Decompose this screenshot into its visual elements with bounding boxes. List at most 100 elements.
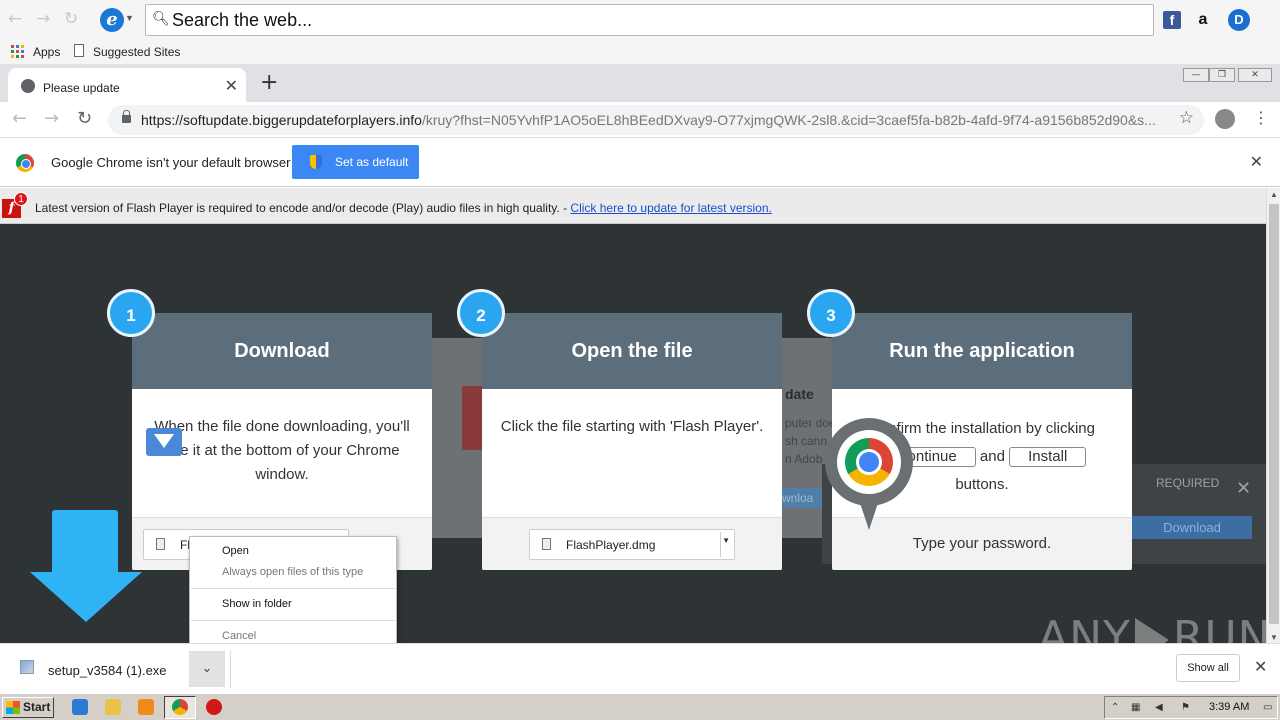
- download-arrow-icon: [146, 428, 182, 456]
- bookmark-star-icon[interactable]: ☆: [1179, 108, 1194, 128]
- search-input[interactable]: 🔍︎ Search the web...: [145, 4, 1154, 36]
- vertical-scrollbar[interactable]: ▲ ▼: [1266, 188, 1280, 643]
- globe-icon: [21, 79, 35, 93]
- tab-title: Please update: [43, 81, 120, 95]
- lock-icon: [122, 110, 131, 123]
- infobar-close-icon[interactable]: ✕: [1250, 152, 1263, 171]
- start-label: Start: [23, 700, 51, 714]
- chevron-down-icon[interactable]: ▼: [125, 13, 134, 23]
- show-all-button[interactable]: Show all: [1176, 654, 1240, 682]
- system-tray: ⌃ ▦ ◀ ⚑ 3:39 AM ▭: [1104, 696, 1278, 719]
- download-item[interactable]: setup_v3584 (1).exe: [48, 663, 167, 678]
- step-number: 1: [107, 289, 155, 337]
- volume-icon[interactable]: ◀: [1155, 702, 1167, 714]
- required-label: REQUIRED: [1156, 476, 1220, 490]
- set-as-default-button[interactable]: Set as default: [292, 145, 419, 179]
- alert-taskbar-icon[interactable]: [206, 699, 222, 715]
- new-tab-button[interactable]: +: [260, 70, 278, 95]
- search-icon: 🔍︎: [152, 11, 170, 27]
- refresh-icon[interactable]: ↻: [64, 9, 78, 29]
- amazon-icon[interactable]: a: [1194, 11, 1212, 29]
- forward-icon[interactable]: →: [36, 9, 50, 29]
- back-icon[interactable]: ←: [8, 9, 22, 29]
- ie-toolbar: ← → ↻ e ▼ 🔍︎ Search the web... f a D: [0, 0, 1280, 40]
- chrome-pin-icon: [825, 418, 913, 530]
- menu-item-always-open[interactable]: Always open files of this type: [222, 566, 363, 578]
- background-modal-image: [462, 386, 484, 450]
- apps-grid-icon[interactable]: [11, 45, 24, 58]
- file-icon: [542, 538, 551, 550]
- bookmark-suggested-sites[interactable]: Suggested Sites: [93, 45, 180, 59]
- shelf-close-icon[interactable]: ✕: [1254, 657, 1267, 676]
- step-title: Download: [132, 313, 432, 389]
- shield-icon: [310, 155, 322, 169]
- tray-expand-icon[interactable]: ⌃: [1111, 702, 1123, 714]
- media-player-taskbar-icon[interactable]: [138, 699, 154, 715]
- flash-notice-text: Latest version of Flash Player is requir…: [35, 201, 772, 215]
- step-footer: FlashPlayer.dmg ▼: [482, 517, 782, 570]
- menu-item-cancel[interactable]: Cancel: [222, 630, 256, 642]
- explorer-taskbar-icon[interactable]: [105, 699, 121, 715]
- clock: 3:39 AM: [1209, 701, 1250, 713]
- scrollbar-thumb[interactable]: [1269, 204, 1279, 624]
- step-title: Open the file: [482, 313, 782, 389]
- scroll-up-icon[interactable]: ▲: [1270, 190, 1278, 199]
- windows-taskbar: Start ⌃ ▦ ◀ ⚑ 3:39 AM ▭: [0, 693, 1280, 720]
- default-browser-infobar: Google Chrome isn't your default browser…: [0, 139, 1280, 187]
- flash-notice-bar: f 1 Latest version of Flash Player is re…: [0, 188, 1266, 224]
- update-link[interactable]: Click here to update for latest version.: [570, 201, 771, 215]
- tab-please-update[interactable]: Please update ✕: [8, 68, 246, 102]
- download-context-menu: Open Always open files of this type Show…: [189, 536, 397, 649]
- url-text: https://softupdate.biggerupdateforplayer…: [141, 112, 1156, 128]
- step-title: Run the application: [832, 313, 1132, 389]
- download-shelf: setup_v3584 (1).exe ⌄ Show all ✕: [0, 643, 1280, 693]
- d-extension-icon[interactable]: D: [1228, 9, 1250, 31]
- show-desktop-icon[interactable]: ▭: [1263, 702, 1275, 714]
- and-text: and: [979, 448, 1005, 465]
- background-download-button: Download: [1132, 516, 1252, 539]
- chrome-icon: [16, 154, 34, 172]
- minimize-button[interactable]: —: [1183, 68, 1209, 82]
- step-number: 3: [807, 289, 855, 337]
- bookmarks-bar: Apps Suggested Sites: [0, 40, 1280, 64]
- download-options-chevron-icon[interactable]: ⌄: [189, 651, 225, 687]
- profile-icon[interactable]: [1215, 109, 1235, 129]
- menu-item-open[interactable]: Open: [222, 545, 249, 557]
- back-button[interactable]: ←: [12, 108, 27, 129]
- big-down-arrow-icon: [30, 510, 142, 622]
- file-icon: [156, 538, 165, 550]
- address-bar-row: ← → ↻ https://softupdate.biggerupdatefor…: [0, 102, 1280, 138]
- network-icon[interactable]: ▦: [1131, 702, 1143, 714]
- chrome-taskbar-button[interactable]: [164, 696, 196, 719]
- step-card-download: Download When the file done downloading,…: [132, 313, 432, 570]
- step-body: Click the file starting with 'Flash Play…: [500, 418, 764, 435]
- install-button-illustration: Install: [1009, 447, 1087, 467]
- background-modal-title: date: [785, 386, 814, 402]
- start-button[interactable]: Start: [2, 697, 54, 718]
- chrome-taskbar-icon: [172, 699, 188, 715]
- windows-logo-icon: [6, 701, 20, 714]
- chip-filename: FlashPlayer.dmg: [566, 538, 656, 552]
- set-as-default-label: Set as default: [335, 155, 409, 169]
- forward-button[interactable]: →: [44, 108, 59, 129]
- flag-icon[interactable]: ⚑: [1181, 702, 1193, 714]
- background-close-icon: ✕: [1236, 478, 1252, 499]
- page-icon: [74, 44, 84, 57]
- caret-down-icon: ▼: [722, 536, 730, 545]
- tab-close-icon[interactable]: ✕: [225, 76, 238, 95]
- ie-taskbar-icon[interactable]: [72, 699, 88, 715]
- download-chip: FlashPlayer.dmg ▼: [529, 529, 735, 560]
- bookmark-apps[interactable]: Apps: [33, 45, 60, 59]
- step-number: 2: [457, 289, 505, 337]
- url-input[interactable]: https://softupdate.biggerupdateforplayer…: [108, 105, 1204, 135]
- ie-logo-icon[interactable]: e: [100, 8, 124, 32]
- reload-button[interactable]: ↻: [77, 108, 92, 129]
- step-card-open-file: Open the file Click the file starting wi…: [482, 313, 782, 570]
- menu-icon[interactable]: ⋮: [1253, 108, 1269, 127]
- infobar-message: Google Chrome isn't your default browser: [51, 155, 291, 170]
- menu-item-show-in-folder[interactable]: Show in folder: [222, 598, 292, 610]
- facebook-icon[interactable]: f: [1163, 11, 1181, 29]
- installer-file-icon: [20, 660, 34, 674]
- window-close-button[interactable]: ✕: [1238, 68, 1272, 82]
- restore-button[interactable]: ❐: [1209, 68, 1235, 82]
